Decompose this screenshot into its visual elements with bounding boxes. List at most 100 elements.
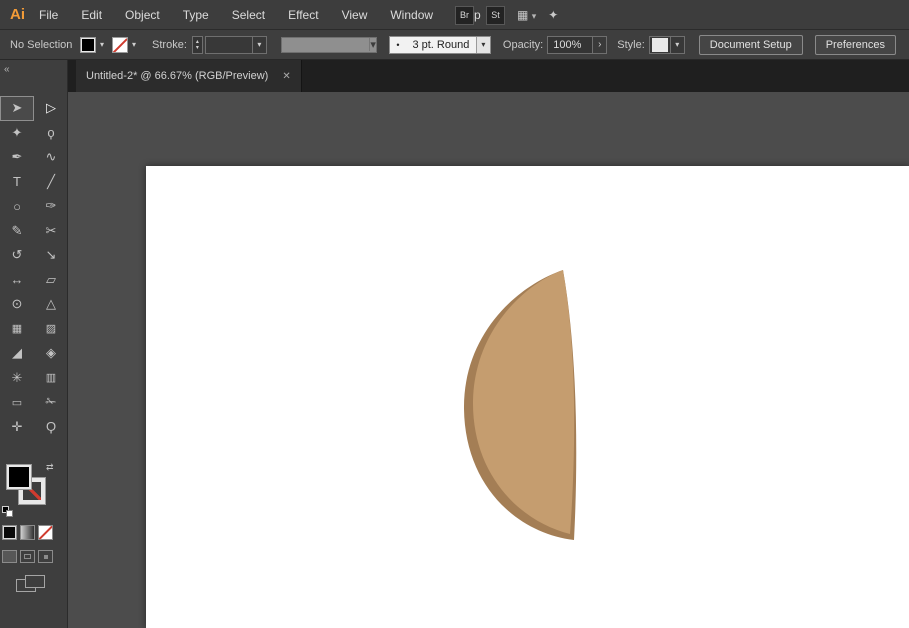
tools-panel: « ➤ ▷ ✦ ϙ ✒ ∿ T ╱ ○ ✑ ✎ ✂ ↺ ↘ ↔ ▱ ⊙ △ ▦ … — [0, 60, 68, 628]
rotate-tool[interactable]: ↺ — [0, 243, 34, 268]
illustrator-window: Ai File Edit Object Type Select Effect V… — [0, 0, 909, 628]
default-fill-stroke-icon[interactable] — [2, 506, 14, 518]
stroke-weight-combo[interactable]: ▾ — [204, 35, 267, 54]
collapse-panel-button[interactable]: « — [4, 64, 9, 75]
menu-window[interactable]: Window — [390, 8, 433, 22]
graphic-style-combo[interactable]: ▾ — [648, 35, 685, 54]
brush-name: 3 pt. Round — [412, 38, 470, 51]
direct-selection-tool[interactable]: ▷ — [34, 96, 68, 121]
zoom-tool[interactable]: Ϙ — [34, 415, 68, 440]
ellipse-tool[interactable]: ○ — [0, 194, 34, 219]
fill-indicator[interactable] — [6, 464, 32, 490]
chevron-down-icon[interactable]: ▾ — [130, 40, 138, 49]
selection-tool[interactable]: ➤ — [0, 96, 34, 121]
fill-color-control[interactable]: ▾ — [80, 36, 106, 53]
eyedropper-tool[interactable]: ◢ — [0, 341, 34, 366]
menu-effect[interactable]: Effect — [288, 8, 318, 22]
magic-wand-tool[interactable]: ✦ — [0, 121, 34, 146]
hand-tool[interactable]: ✛ — [0, 415, 34, 440]
stroke-weight-label: Stroke: — [152, 38, 187, 51]
app-logo: Ai — [10, 6, 25, 23]
stepper-down-icon[interactable]: ▾ — [196, 45, 199, 51]
control-bar: No Selection ▾ ▾ Stroke: ▴ ▾ ▾ ▾ • 3 pt.… — [0, 30, 909, 60]
symbol-sprayer-tool[interactable]: ✳ — [0, 366, 34, 391]
style-label: Style: — [617, 38, 645, 51]
brush-definition-combo[interactable]: • 3 pt. Round ▾ — [388, 35, 491, 54]
style-swatch — [651, 37, 668, 52]
brush-preview-dot-icon: • — [396, 39, 400, 50]
document-tab[interactable]: Untitled-2* @ 66.67% (RGB/Preview) ✕ — [76, 60, 302, 92]
line-segment-tool[interactable]: ╱ — [34, 170, 68, 195]
opacity-panel-arrow-icon[interactable]: › — [593, 35, 608, 54]
width-tool[interactable]: ↔ — [0, 268, 34, 293]
blend-tool[interactable]: ◈ — [34, 341, 68, 366]
scale-tool[interactable]: ↘ — [34, 243, 68, 268]
chevron-down-icon: ▾ — [369, 38, 376, 51]
type-tool[interactable]: T — [0, 170, 34, 195]
free-transform-tool[interactable]: ▱ — [34, 268, 68, 293]
menu-select[interactable]: Select — [232, 8, 265, 22]
chevron-down-icon[interactable]: ▾ — [475, 36, 490, 53]
chevron-down-icon[interactable]: ▾ — [669, 36, 684, 53]
menu-view[interactable]: View — [342, 8, 368, 22]
shaper-tool[interactable]: ✎ — [0, 219, 34, 244]
chevron-down-icon[interactable]: ▾ — [251, 36, 266, 53]
stroke-color-control[interactable]: ▾ — [112, 36, 138, 53]
swap-fill-stroke-icon[interactable]: ⇄ — [46, 462, 54, 473]
drawing-mode-row — [2, 550, 53, 563]
document-tab-title: Untitled-2* @ 66.67% (RGB/Preview) — [86, 70, 269, 82]
none-button[interactable] — [38, 525, 53, 540]
close-icon[interactable]: ✕ — [282, 71, 290, 82]
fill-stroke-indicator: ⇄ — [0, 462, 68, 522]
document-tab-strip: Untitled-2* @ 66.67% (RGB/Preview) ✕ — [68, 60, 909, 92]
tools-grid: ➤ ▷ ✦ ϙ ✒ ∿ T ╱ ○ ✑ ✎ ✂ ↺ ↘ ↔ ▱ ⊙ △ ▦ ▨ … — [0, 96, 68, 439]
stock-icon[interactable]: St — [486, 5, 505, 25]
chevron-down-icon[interactable]: ▾ — [98, 40, 106, 49]
column-graph-tool[interactable]: ▥ — [34, 366, 68, 391]
workspace-switcher[interactable]: ▦ ▾ — [517, 8, 536, 22]
share-icon[interactable]: ✦ — [548, 8, 558, 22]
menu-object[interactable]: Object — [125, 8, 160, 22]
color-mode-row — [2, 525, 53, 540]
selection-status: No Selection — [10, 38, 73, 51]
width-profile-combo: ▾ — [280, 36, 377, 53]
stroke-weight-stepper[interactable]: ▴ ▾ — [191, 35, 203, 54]
default-stroke-square — [6, 510, 13, 517]
fill-color-swatch[interactable] — [80, 36, 96, 53]
curvature-tool[interactable]: ∿ — [34, 145, 68, 170]
screen-mode-button[interactable] — [16, 575, 46, 593]
screen-mode-rect-front — [25, 575, 45, 588]
menu-edit[interactable]: Edit — [81, 8, 102, 22]
draw-inside-button[interactable] — [38, 550, 53, 563]
slice-tool[interactable]: ✁ — [34, 390, 68, 415]
shape-builder-tool[interactable]: ⊙ — [0, 292, 34, 317]
color-button[interactable] — [2, 525, 17, 540]
chevron-down-icon: ▾ — [531, 11, 537, 21]
menu-bar: Ai File Edit Object Type Select Effect V… — [0, 0, 909, 30]
menu-bar-right: Br St ▦ ▾ ✦ — [455, 0, 558, 30]
lasso-tool[interactable]: ϙ — [34, 121, 68, 146]
draw-behind-button[interactable] — [20, 550, 35, 563]
menu-file[interactable]: File — [39, 8, 58, 22]
gradient-tool[interactable]: ▨ — [34, 317, 68, 342]
mesh-tool[interactable]: ▦ — [0, 317, 34, 342]
scissors-tool[interactable]: ✂ — [34, 219, 68, 244]
perspective-grid-tool[interactable]: △ — [34, 292, 68, 317]
opacity-label: Opacity: — [502, 38, 544, 51]
draw-normal-button[interactable] — [2, 550, 17, 563]
document-setup-button[interactable]: Document Setup — [698, 34, 803, 55]
crescent-shape[interactable] — [460, 263, 582, 547]
crescent-body-path — [472, 270, 575, 534]
preferences-button[interactable]: Preferences — [814, 34, 897, 55]
pen-tool[interactable]: ✒ — [0, 145, 34, 170]
menu-items: File Edit Object Type Select Effect View… — [39, 8, 481, 22]
bridge-icon[interactable]: Br — [455, 5, 474, 25]
artboard-tool[interactable]: ▭ — [0, 390, 34, 415]
gradient-button[interactable] — [20, 525, 35, 540]
stroke-color-swatch[interactable] — [112, 36, 129, 53]
opacity-input[interactable]: 100% — [547, 35, 594, 54]
canvas-pasteboard[interactable] — [68, 92, 909, 628]
menu-type[interactable]: Type — [183, 8, 209, 22]
paintbrush-tool[interactable]: ✑ — [34, 194, 68, 219]
workspace-grid-icon: ▦ — [517, 8, 529, 22]
